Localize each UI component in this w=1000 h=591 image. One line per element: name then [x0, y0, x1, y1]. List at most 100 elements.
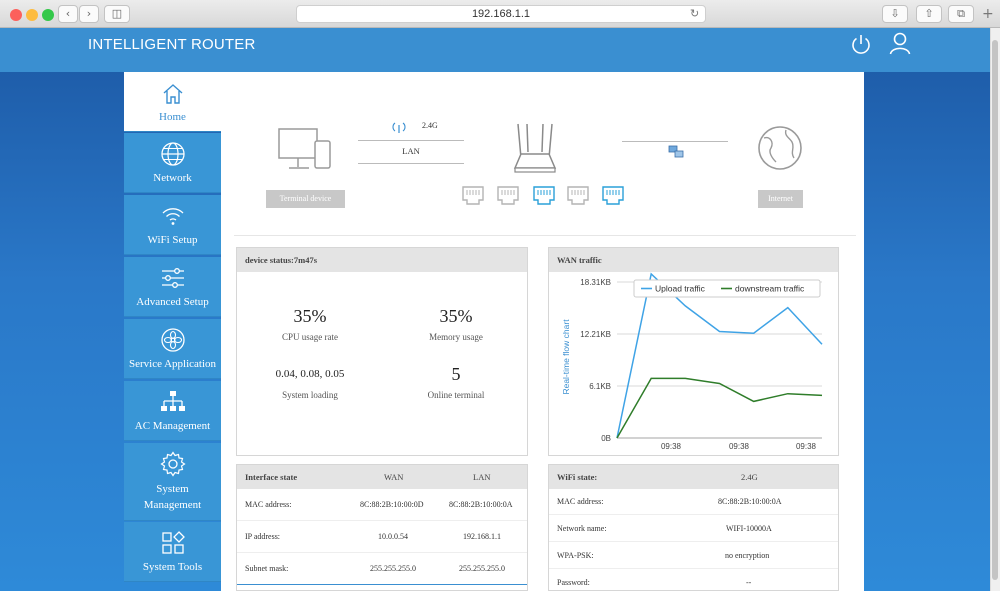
- sidebar-item-network[interactable]: Network: [124, 133, 221, 193]
- wan-traffic-panel: WAN traffic Real-time flow chart 18.31KB…: [548, 247, 839, 456]
- cpu-label: CPU usage rate: [282, 332, 338, 342]
- sidebar-item-label: Home: [159, 111, 186, 123]
- home-icon: [163, 84, 182, 104]
- sidebar-item-label: Advanced Setup: [136, 296, 209, 308]
- terminal-device-label: Terminal device: [266, 190, 345, 208]
- sidebar-item-label: System Management: [143, 483, 202, 511]
- table-row: Password: --: [549, 569, 838, 590]
- service-icon: [160, 328, 185, 352]
- interface-state-panel: Interface state WAN LAN MAC address: 8C:…: [236, 464, 528, 591]
- internet-label: Internet: [758, 190, 803, 208]
- sidebar-item-system-management[interactable]: System Management: [124, 443, 221, 521]
- power-icon[interactable]: [850, 33, 872, 55]
- memory-label: Memory usage: [429, 332, 483, 342]
- lan-label: LAN: [402, 146, 420, 156]
- sidebar-item-label: AC Management: [134, 420, 211, 432]
- chart-xtick-label: 09:38: [796, 442, 817, 451]
- new-tab-button[interactable]: +: [982, 6, 994, 22]
- lan-mac: 8C:88:2B:10:00:0A: [449, 500, 513, 509]
- wifi-band-header: 2.4G: [741, 472, 758, 482]
- download-button[interactable]: ⇩: [882, 5, 908, 23]
- antenna-icon: [392, 122, 406, 133]
- lan-ip: 192.168.1.1: [463, 532, 501, 541]
- sidebar-item-label: WiFi Setup: [147, 234, 198, 246]
- chart-ytick-label: 12.21KB: [580, 330, 611, 339]
- system-load-value: 0.04, 0.08, 0.05: [275, 368, 345, 380]
- sidebar-item-advanced-setup[interactable]: Advanced Setup: [124, 257, 221, 317]
- cpu-value: 35%: [293, 306, 327, 326]
- wan-link-line: [622, 141, 728, 142]
- memory-value: 35%: [439, 306, 473, 326]
- link-line: [358, 140, 464, 141]
- wifi-network-name: WIFI-10000A: [726, 524, 772, 533]
- interface-header-label: Interface state: [245, 472, 298, 482]
- url-text: 192.168.1.1: [471, 8, 531, 20]
- row-label: Subnet mask:: [245, 564, 289, 573]
- wifi-header-label: WiFi state:: [557, 472, 598, 482]
- table-row: MAC address: 8C:88:2B:10:00:0D 8C:88:2B:…: [237, 489, 527, 521]
- lan-mask: 255.255.255.0: [459, 564, 505, 573]
- wifi-password: --: [746, 578, 752, 587]
- sidebar-item-label: Service Application: [128, 358, 217, 370]
- sidebar-item-service-application[interactable]: Service Application: [124, 319, 221, 379]
- wifi-state-panel: WiFi state: 2.4G MAC address: 8C:88:2B:1…: [548, 464, 839, 591]
- sidebar-nav: Home Network WiFi Setup Advanced Setup S…: [124, 72, 221, 591]
- hierarchy-icon: [160, 391, 185, 411]
- globe-icon: [160, 142, 185, 166]
- sidebar-item-wifi-setup[interactable]: WiFi Setup: [124, 195, 221, 255]
- sidebar-item-label: System Tools: [142, 561, 203, 573]
- legend-downstream-label: downstream traffic: [735, 284, 805, 294]
- sliders-icon: [161, 268, 184, 288]
- sidebar-item-system-tools[interactable]: System Tools: [124, 522, 221, 582]
- row-label: MAC address:: [557, 497, 604, 506]
- zoom-window-button[interactable]: [42, 9, 54, 21]
- row-label: WPA-PSK:: [557, 551, 594, 560]
- band-label: 2.4G: [422, 121, 438, 130]
- minimize-window-button[interactable]: [26, 9, 38, 21]
- sidebar-item-ac-management[interactable]: AC Management: [124, 381, 221, 441]
- online-terminal-value: 5: [451, 364, 461, 384]
- close-window-button[interactable]: [10, 9, 22, 21]
- sidebar-item-home[interactable]: Home: [124, 72, 221, 132]
- computer-icon: [278, 128, 331, 169]
- forward-button[interactable]: ›: [79, 5, 99, 23]
- wan-mac: 8C:88:2B:10:00:0D: [360, 500, 424, 509]
- chart-xtick-label: 09:38: [729, 442, 750, 451]
- section-divider: [234, 235, 856, 236]
- chart-ylabel: Real-time flow chart: [561, 319, 571, 395]
- wifi-header: WiFi state: 2.4G: [549, 465, 838, 489]
- tools-icon: [161, 531, 185, 554]
- scrollbar-thumb[interactable]: [992, 40, 998, 580]
- downstream-series-line: [616, 377, 823, 439]
- device-status-panel: device status:7m47s 35% CPU usage rate 3…: [236, 247, 528, 456]
- wan-traffic-title: WAN traffic: [549, 248, 838, 272]
- chart-legend: Upload traffic downstream traffic: [633, 279, 821, 298]
- table-row: Subnet mask: 255.255.255.0 255.255.255.0: [237, 553, 527, 585]
- row-label: IP address:: [245, 532, 281, 541]
- reload-icon[interactable]: ↻: [690, 7, 699, 20]
- wifi-encryption: no encryption: [725, 551, 770, 560]
- sidebar-item-label: Network: [153, 172, 192, 184]
- device-status-title: device status:7m47s: [237, 248, 527, 272]
- table-row: WPA-PSK: no encryption: [549, 542, 838, 569]
- chart-ytick-label: 6.1KB: [589, 382, 611, 391]
- ethernet-port-icons: [462, 186, 624, 205]
- wifi-icon: [162, 208, 183, 225]
- upload-series-line: [616, 272, 823, 439]
- tabs-button[interactable]: ⧉: [948, 5, 974, 23]
- back-button[interactable]: ‹: [58, 5, 78, 23]
- url-bar[interactable]: 192.168.1.1: [296, 5, 706, 23]
- wan-ip: 10.0.0.54: [378, 532, 408, 541]
- link-line: [358, 163, 464, 164]
- globe-internet-icon: [758, 126, 802, 170]
- table-row: Network name: WIFI-10000A: [549, 515, 838, 542]
- row-label: Password:: [557, 578, 590, 587]
- interface-header: Interface state WAN LAN: [237, 465, 527, 489]
- sidebar-toggle-button[interactable]: ◫: [104, 5, 130, 23]
- share-button[interactable]: ⇧: [916, 5, 942, 23]
- row-label: MAC address:: [245, 500, 292, 509]
- user-icon[interactable]: [888, 31, 912, 55]
- wan-traffic-chart: Real-time flow chart 18.31KB 12.21KB 6.1KB…: [561, 272, 823, 451]
- online-terminal-label: Online terminal: [427, 390, 485, 400]
- legend-upload-label: Upload traffic: [655, 284, 706, 294]
